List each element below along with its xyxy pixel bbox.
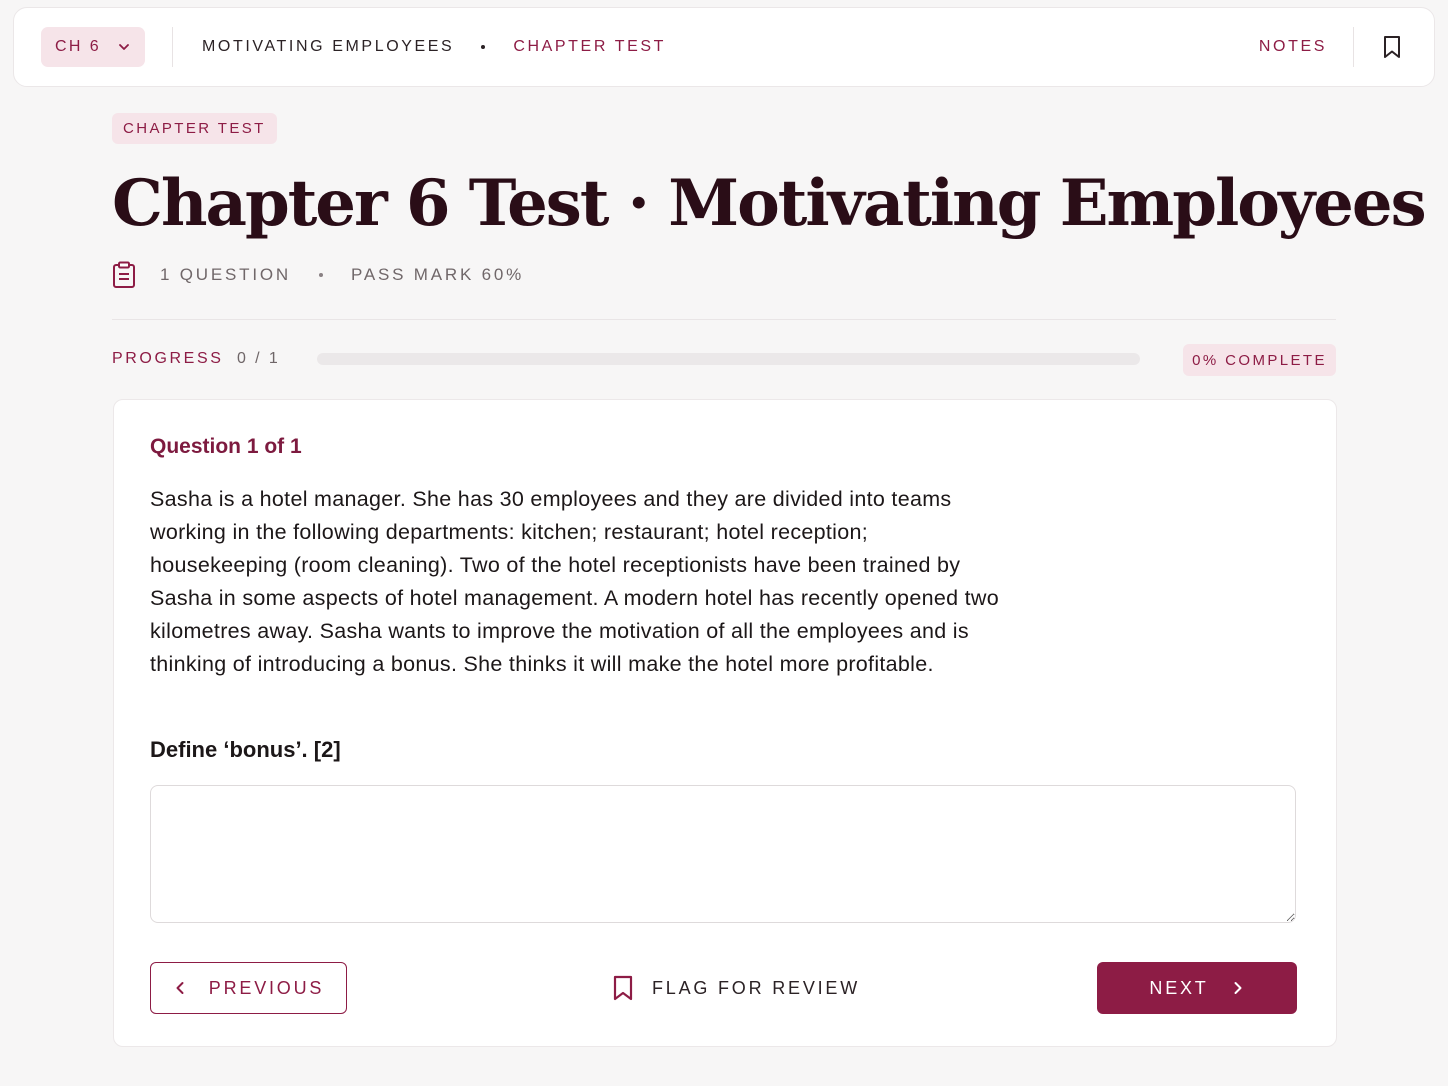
flag-for-review-button[interactable]: FLAG FOR REVIEW: [612, 972, 860, 1004]
bookmark-icon: [613, 975, 633, 1001]
previous-label: PREVIOUS: [208, 977, 325, 998]
breadcrumb-section[interactable]: MOTIVATING EMPLOYEES: [202, 38, 454, 56]
breadcrumb-separator: [481, 45, 486, 49]
chapter-selector-label: CH 6: [54, 38, 102, 55]
progress-count: 0 / 1: [237, 350, 281, 367]
notes-button[interactable]: NOTES: [1259, 38, 1327, 56]
chevron-right-icon: [1234, 982, 1242, 994]
page-title: Chapter 6 Test · Motivating Employees: [112, 166, 1427, 241]
chevron-down-icon: [119, 44, 129, 50]
chapter-test-tag: CHAPTER TEST: [112, 113, 277, 144]
divider: [172, 27, 173, 67]
chapter-selector[interactable]: CH 6: [41, 27, 145, 67]
breadcrumb-current: CHAPTER TEST: [513, 38, 667, 55]
question-number: Question 1 of 1: [150, 435, 302, 458]
meta-separator: [318, 273, 323, 277]
previous-button[interactable]: PREVIOUS: [150, 962, 347, 1014]
question-prompt: Define ‘bonus’. [2]: [150, 737, 341, 762]
answer-field[interactable]: [150, 785, 1296, 923]
next-label: NEXT: [1149, 977, 1209, 998]
flag-label: FLAG FOR REVIEW: [652, 977, 861, 998]
bookmark-icon[interactable]: [1382, 35, 1402, 59]
question-card: Question 1 of 1 Sasha is a hotel manager…: [113, 399, 1337, 1047]
complete-badge: 0% COMPLETE: [1183, 344, 1336, 376]
clipboard-icon: [112, 261, 136, 289]
progress-bar: [317, 353, 1140, 365]
chevron-left-icon: [176, 982, 184, 994]
next-button[interactable]: NEXT: [1097, 962, 1297, 1014]
header-divider: [112, 319, 1336, 320]
top-bar: CH 6 MOTIVATING EMPLOYEES CHAPTER TEST N…: [13, 7, 1435, 87]
pass-mark: PASS MARK 60%: [350, 265, 525, 284]
question-body: Sasha is a hotel manager. She has 30 emp…: [150, 487, 999, 676]
test-meta: 1 QUESTION PASS MARK 60%: [112, 260, 524, 290]
divider: [1353, 27, 1354, 67]
question-count: 1 QUESTION: [160, 265, 291, 284]
progress-label: PROGRESS: [112, 350, 224, 367]
